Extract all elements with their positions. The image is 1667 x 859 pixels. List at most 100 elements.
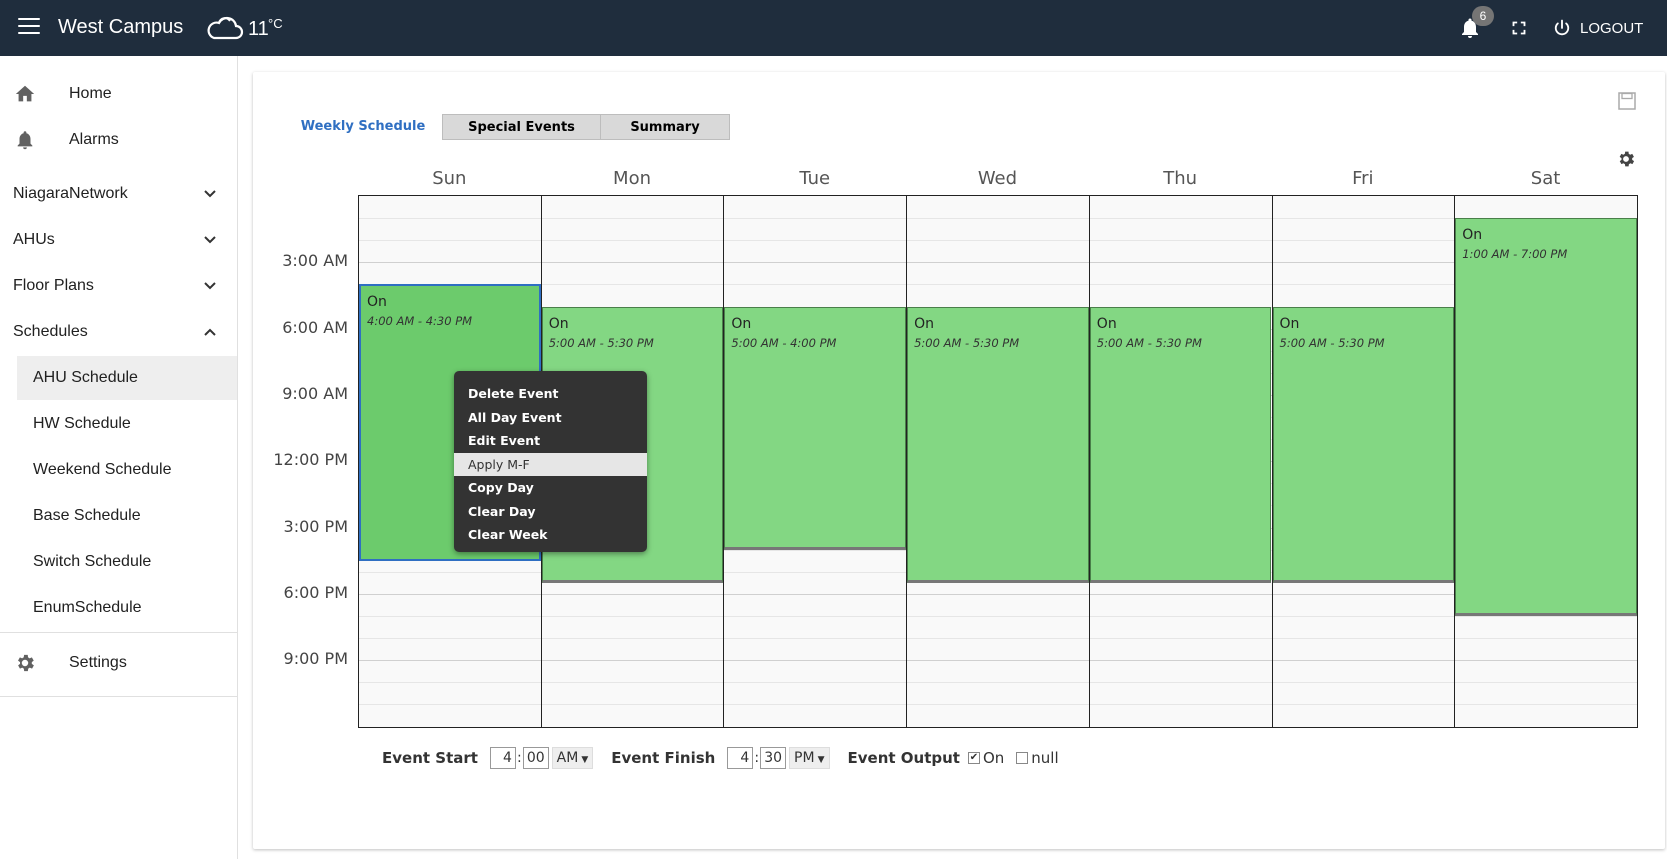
caret-down-icon: ▼ [581,755,589,765]
event-finish-label: Event Finish [611,749,716,767]
chevron-up-icon [204,328,216,336]
sidebar-group-label: Schedules [13,323,88,340]
schedule-event-tue[interactable]: On 5:00 AM - 4:00 PM [724,306,907,550]
sidebar-item-weekend-schedule[interactable]: Weekend Schedule [0,448,237,492]
menu-item-delete-event[interactable]: Delete Event [454,382,647,406]
day-header-wed: Wed [977,168,1018,189]
event-title: On [731,315,752,332]
hour-gridline [359,240,1637,242]
sidebar-group-ahus[interactable]: AHUs [0,218,237,262]
power-icon [1554,19,1570,36]
event-context-menu: Delete Event All Day Event Edit Event Apply… [454,371,647,552]
event-time-range: 1:00 AM - 7:00 PM [1462,247,1568,262]
hour-gridline [359,615,1637,617]
sidebar-divider [0,696,237,697]
day-header-mon: Mon [613,168,651,189]
time-label: 12:00 PM [273,450,348,470]
day-header-sun: Sun [432,168,467,189]
event-output-label: Event Output [847,749,960,767]
event-title: On [1279,315,1300,332]
sidebar-item-label: EnumSchedule [33,599,142,616]
hour-gridline [359,262,1637,264]
menu-item-all-day-event[interactable]: All Day Event [454,406,647,430]
logout-button[interactable]: LOGOUT [1552,16,1643,40]
menu-item-apply-m-f[interactable]: Apply M-F [454,452,647,476]
bell-icon [17,131,33,150]
schedule-event-thu[interactable]: On 5:00 AM - 5:30 PM [1089,306,1272,583]
sidebar-item-hw-schedule[interactable]: HW Schedule [0,402,237,446]
event-title: On [367,294,387,311]
sidebar-item-settings[interactable]: Settings [0,641,237,685]
event-time-range: 5:00 AM - 5:30 PM [1279,335,1385,350]
time-label: 9:00 PM [283,649,348,669]
event-start-hour-input[interactable]: 4 [489,747,516,769]
tab-summary[interactable]: Summary [601,114,730,140]
hour-gridline [359,704,1637,706]
day-header-tue: Tue [799,168,831,189]
sidebar-group-label: NiagaraNetwork [13,185,128,202]
fullscreen-icon[interactable] [1508,17,1530,39]
menu-item-clear-day[interactable]: Clear Day [454,500,647,524]
menu-item-copy-day[interactable]: Copy Day [454,476,647,500]
temperature-unit: °C [268,16,283,31]
event-editor: Event Start 4 : 00 AM ▼ Event Finish 4 : … [382,746,1059,770]
hour-gridline [359,593,1637,595]
save-icon[interactable] [1618,92,1636,110]
sidebar-item-label: AHU Schedule [33,369,138,386]
event-start-label: Event Start [382,749,478,767]
sidebar-item-label: Weekend Schedule [33,461,172,478]
menu-item-clear-week[interactable]: Clear Week [454,523,647,547]
day-header-sat: Sat [1530,168,1561,189]
gear-icon[interactable] [1616,149,1636,169]
event-time-range: 4:00 AM - 4:30 PM [367,314,473,329]
day-header-thu: Thu [1163,168,1198,189]
event-start-ampm-select[interactable]: AM ▼ [551,747,594,769]
ampm-value: PM [794,750,815,766]
output-null-checkbox[interactable] [1016,752,1029,764]
logout-label: LOGOUT [1580,19,1644,37]
sidebar-item-enumschedule[interactable]: EnumSchedule [0,586,237,630]
hour-gridline [359,682,1637,684]
hamburger-menu-icon[interactable] [18,18,40,36]
sidebar-item-base-schedule[interactable]: Base Schedule [0,494,237,538]
event-time-range: 5:00 AM - 5:30 PM [548,335,654,350]
day-header-fri: Fri [1352,168,1374,189]
event-title: On [914,315,934,332]
sidebar: Home Alarms NiagaraNetwork AHUs Floor Pl… [0,56,238,859]
schedule-event-wed[interactable]: On 5:00 AM - 5:30 PM [907,306,1089,583]
sidebar-group-niagaranetwork[interactable]: NiagaraNetwork [0,172,237,216]
sidebar-group-label: AHUs [13,231,55,248]
event-time-range: 5:00 AM - 5:30 PM [914,335,1020,350]
time-separator: : [754,750,760,766]
sidebar-item-switch-schedule[interactable]: Switch Schedule [0,540,237,584]
schedule-event-sat[interactable]: On 1:00 AM - 7:00 PM [1455,218,1637,616]
sidebar-item-home[interactable]: Home [0,72,237,116]
event-finish-hour-input[interactable]: 4 [727,747,754,769]
sidebar-group-schedules[interactable]: Schedules [0,310,237,354]
event-title: On [548,315,569,332]
time-separator: : [516,750,522,766]
sidebar-item-ahu-schedule[interactable]: AHU Schedule [17,356,237,400]
schedule-tabs: Weekly Schedule Special Events Summary [284,114,730,140]
sidebar-item-label: HW Schedule [33,415,131,432]
sidebar-group-label: Floor Plans [13,277,94,294]
sidebar-group-floor-plans[interactable]: Floor Plans [0,264,237,308]
menu-item-edit-event[interactable]: Edit Event [454,429,647,453]
event-finish-minute-input[interactable]: 30 [760,747,787,769]
sidebar-item-alarms[interactable]: Alarms [0,118,237,162]
output-on-checkbox[interactable]: ✔ [967,752,980,764]
event-finish-ampm-select[interactable]: PM ▼ [789,747,830,769]
sidebar-item-label: Switch Schedule [33,553,152,570]
event-title: On [1096,315,1117,332]
sidebar-item-label: Settings [69,654,127,671]
hour-gridline [359,638,1637,639]
tab-weekly-schedule[interactable]: Weekly Schedule [284,114,442,140]
event-time-range: 5:00 AM - 5:30 PM [1096,335,1202,350]
chevron-down-icon [204,190,216,198]
tab-special-events[interactable]: Special Events [442,114,601,140]
schedule-event-fri[interactable]: On 5:00 AM - 5:30 PM [1272,306,1455,583]
sidebar-divider [0,632,237,633]
sidebar-item-label: Home [69,85,112,102]
event-start-minute-input[interactable]: 00 [522,747,549,769]
caret-down-icon: ▼ [817,755,825,765]
